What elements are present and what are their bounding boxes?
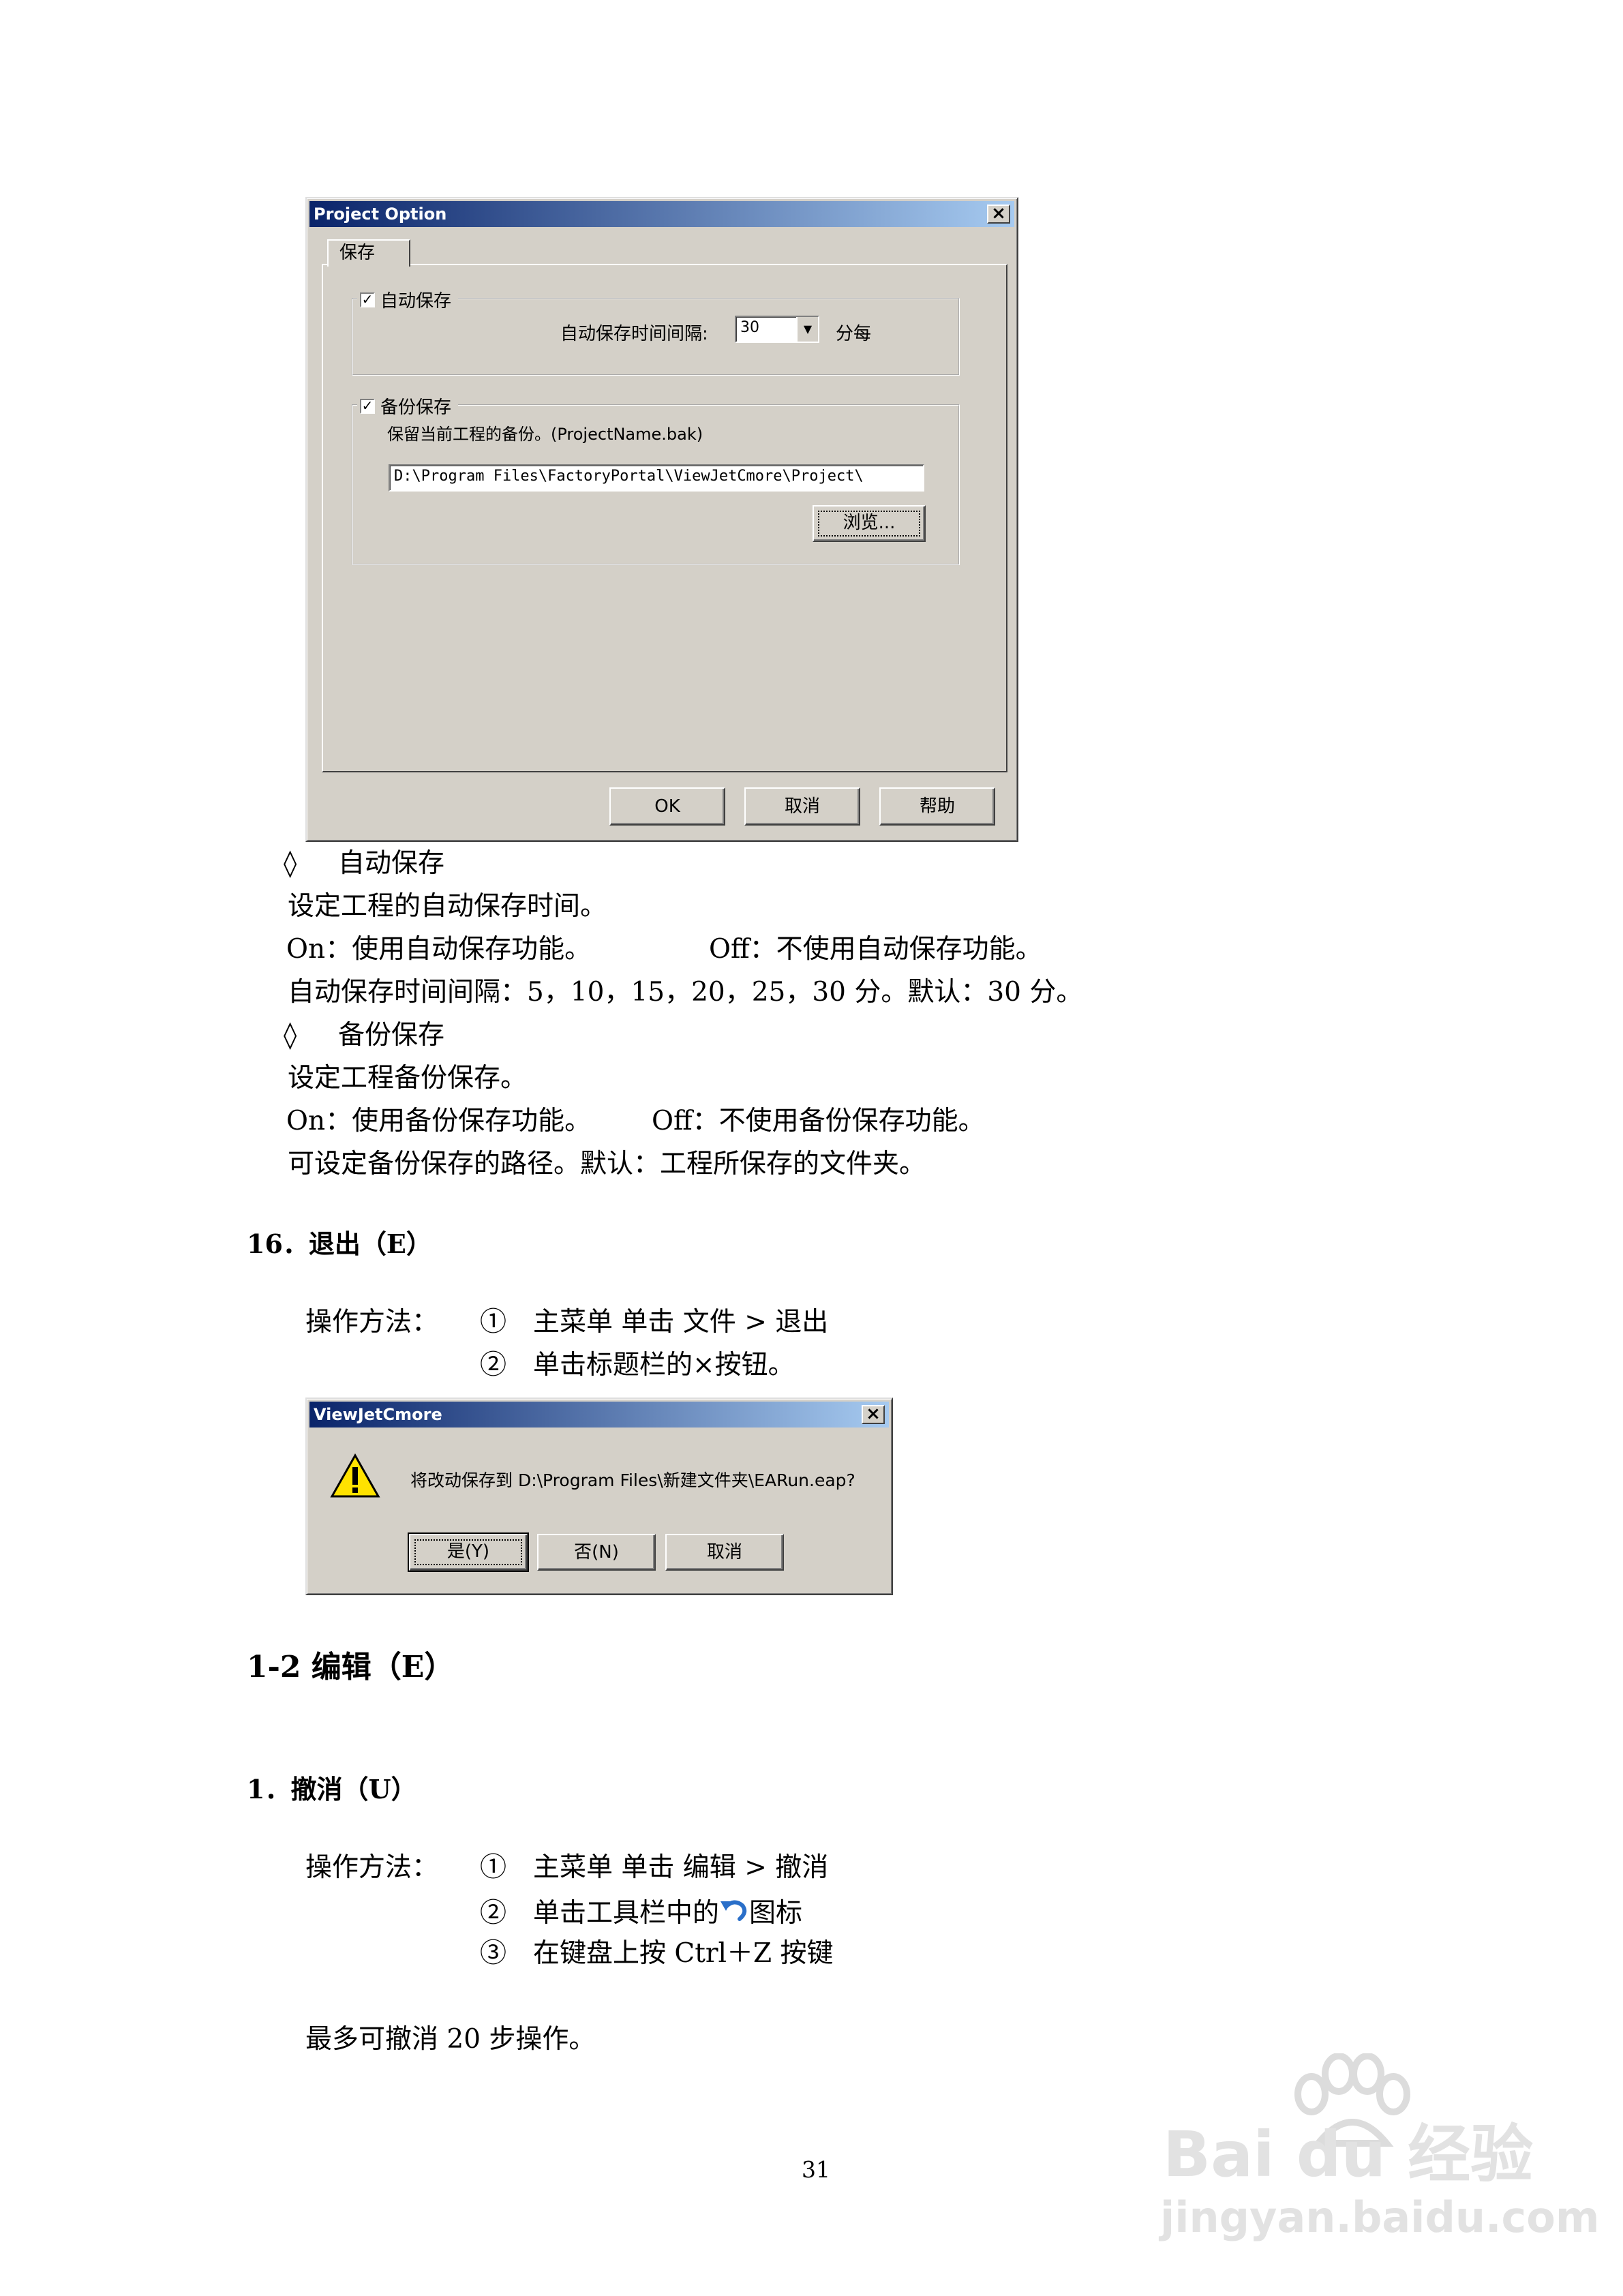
backup-on: On：使用备份保存功能。 <box>286 1106 592 1136</box>
interval-select[interactable]: 30 ▼ <box>735 316 819 343</box>
undo-method-label: 操作方法： <box>305 1852 439 1883</box>
exit-heading: 16．退出（E） <box>247 1228 432 1259</box>
autosave-checkbox[interactable]: ✓ <box>360 292 375 307</box>
autosave-line1: 设定工程的自动保存时间。 <box>288 891 607 922</box>
backup-title: 备份保存 <box>338 1020 445 1051</box>
exit-cancel-button[interactable]: 取消 <box>665 1534 784 1571</box>
dialog-title: Project Option <box>314 205 447 224</box>
browse-button[interactable]: 浏览... <box>813 505 926 542</box>
interval-unit: 分每 <box>836 324 872 344</box>
exit-step1: ① 主菜单 单击 文件 > 退出 <box>480 1307 829 1338</box>
exit-dialog-title: ViewJetCmore <box>314 1405 442 1424</box>
exit-confirm-dialog: ViewJetCmore × 将改动保存到 D:\Program Files\新… <box>305 1398 893 1595</box>
exit-dialog-titlebar: ViewJetCmore × <box>309 1402 889 1428</box>
warning-icon <box>330 1453 380 1498</box>
backup-line1: 设定工程备份保存。 <box>288 1063 528 1093</box>
autosave-off: Off：不使用自动保存功能。 <box>709 934 1042 965</box>
backup-label: 备份保存 <box>380 397 452 418</box>
undo-heading: 1．撤消（U） <box>247 1774 417 1804</box>
ok-label: OK <box>654 796 680 817</box>
ok-button[interactable]: OK <box>609 787 725 826</box>
backup-path-field[interactable]: D:\Program Files\FactoryPortal\ViewJetCm… <box>389 464 924 492</box>
autosave-label: 自动保存 <box>380 291 452 312</box>
undo-step2-post: 图标 <box>749 1898 803 1929</box>
backup-off: Off：不使用备份保存功能。 <box>652 1106 985 1136</box>
exit-step2: ② 单击标题栏的×按钮。 <box>480 1350 795 1380</box>
help-label: 帮助 <box>919 796 955 817</box>
interval-label: 自动保存时间间隔: <box>560 324 708 344</box>
close-icon: × <box>991 203 1006 224</box>
autosave-group: ✓ 自动保存 自动保存时间间隔: 30 ▼ 分每 <box>352 287 960 376</box>
yes-button[interactable]: 是(Y) <box>408 1532 529 1572</box>
autosave-interval: 自动保存时间间隔：5，10，15，20，25，30 分。默认：30 分。 <box>288 977 1083 1008</box>
backup-bullet: ◊ <box>284 1020 297 1051</box>
help-button[interactable]: 帮助 <box>879 787 995 826</box>
backup-checkbox[interactable]: ✓ <box>360 398 375 414</box>
backup-group: ✓ 备份保存 保留当前工程的备份。(ProjectName.bak) D:\Pr… <box>352 393 960 565</box>
autosave-legend: ✓ 自动保存 <box>357 287 459 312</box>
autosave-on: On：使用自动保存功能。 <box>286 934 592 965</box>
watermark-url: jingyan.baidu.com <box>1160 2192 1600 2242</box>
no-button[interactable]: 否(N) <box>537 1534 656 1571</box>
undo-step2: ② 单击工具栏中的 图标 <box>480 1897 802 1927</box>
no-label: 否(N) <box>574 1542 619 1562</box>
tab-save-label: 保存 <box>339 243 376 263</box>
cancel-button[interactable]: 取消 <box>744 787 860 826</box>
backup-legend: ✓ 备份保存 <box>357 393 459 419</box>
edit-heading: 1-2 编辑（E） <box>247 1650 455 1685</box>
close-button[interactable]: × <box>987 205 1010 224</box>
backup-path-text: 可设定备份保存的路径。默认：工程所保存的文件夹。 <box>288 1149 926 1179</box>
exit-cancel-label: 取消 <box>706 1542 742 1562</box>
undo-step3: ③ 在键盘上按 Ctrl＋Z 按键 <box>480 1938 834 1969</box>
undo-step2-pre: ② 单击工具栏中的 <box>480 1898 720 1929</box>
exit-method-label: 操作方法： <box>305 1307 439 1338</box>
dialog-titlebar: Project Option × <box>309 201 1014 227</box>
tab-save[interactable]: 保存 <box>327 239 410 267</box>
undo-icon <box>721 1900 747 1921</box>
undo-note: 最多可撤消 20 步操作。 <box>305 2024 596 2055</box>
cancel-label: 取消 <box>784 796 820 817</box>
page-number: 31 <box>802 2156 830 2183</box>
interval-value: 30 <box>740 319 759 336</box>
undo-step1: ① 主菜单 单击 编辑 > 撤消 <box>480 1852 829 1883</box>
exit-message: 将改动保存到 D:\Program Files\新建文件夹\EARun.eap? <box>410 1470 855 1490</box>
autosave-bullet: ◊ <box>284 848 297 879</box>
close-icon: × <box>866 1404 881 1424</box>
exit-close-button[interactable]: × <box>862 1405 885 1424</box>
autosave-title: 自动保存 <box>338 848 445 879</box>
chevron-down-icon[interactable]: ▼ <box>796 317 818 342</box>
watermark-brand: Bai du 经验 <box>1163 2118 1534 2191</box>
project-option-dialog: Project Option × 保存 ✓ 自动保存 自动保存时间间隔: 30 … <box>305 197 1018 842</box>
tab-panel: ✓ 自动保存 自动保存时间间隔: 30 ▼ 分每 ✓ 备份保存 保留当前工程的备… <box>322 264 1007 772</box>
backup-description: 保留当前工程的备份。(ProjectName.bak) <box>387 425 703 444</box>
